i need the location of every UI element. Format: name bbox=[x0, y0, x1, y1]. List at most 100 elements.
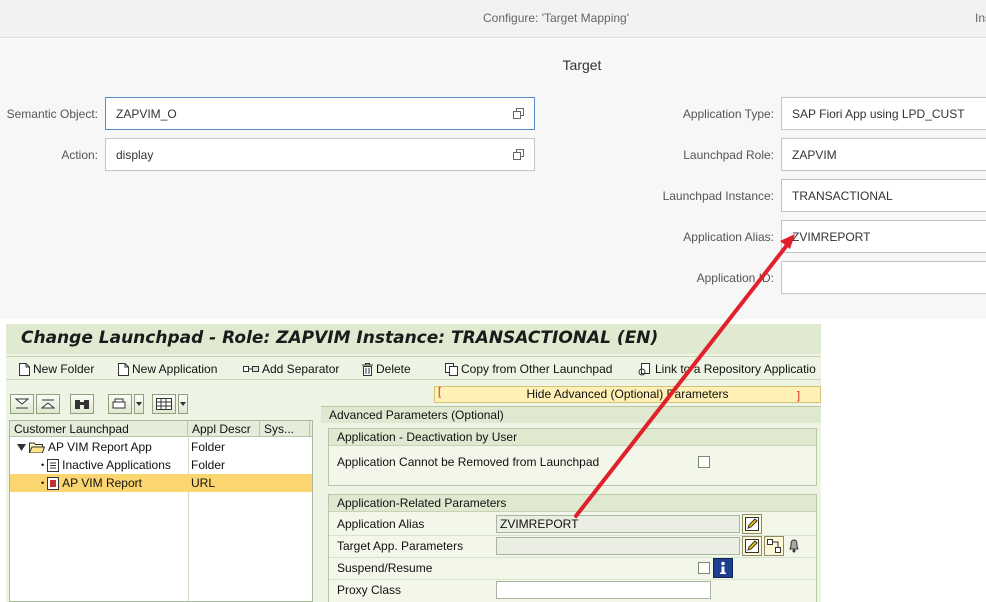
collapse-all-icon bbox=[41, 399, 55, 409]
application-alias-label: Application Alias bbox=[337, 517, 425, 531]
application-type-label: Application Type: bbox=[682, 107, 774, 121]
link-to-repository-button[interactable]: Link to a Repository Applicatio bbox=[638, 361, 816, 377]
launchpad-role-label: Launchpad Role: bbox=[683, 148, 774, 162]
proxy-class-label: Proxy Class bbox=[337, 583, 402, 597]
proxy-class-field[interactable] bbox=[496, 581, 711, 599]
launchpad-role-input[interactable]: ZAPVIM bbox=[781, 138, 986, 171]
new-folder-button[interactable]: New Folder bbox=[19, 361, 94, 377]
edit-pencil-icon bbox=[745, 539, 759, 553]
list-document-icon bbox=[47, 458, 60, 472]
tree-node-type: Folder bbox=[191, 458, 226, 472]
target-section: Target Semantic Object: ZAPVIM_O Action:… bbox=[0, 39, 986, 319]
tree-bullet-icon: • bbox=[41, 460, 45, 470]
advanced-parameters-header: Advanced Parameters (Optional) bbox=[321, 406, 821, 423]
tree-node-type: URL bbox=[191, 476, 216, 490]
sap-gui-window: Change Launchpad - Role: ZAPVIM Instance… bbox=[6, 324, 821, 602]
application-type-input[interactable]: SAP Fiori App using LPD_CUST bbox=[781, 97, 986, 130]
value-help-icon[interactable] bbox=[513, 108, 524, 119]
cannot-remove-checkbox[interactable] bbox=[698, 456, 710, 468]
column-customer-launchpad[interactable]: Customer Launchpad bbox=[10, 421, 188, 437]
mapping-icon bbox=[767, 539, 781, 553]
copy-icon bbox=[445, 362, 458, 376]
application-alias-input[interactable]: ZVIMREPORT bbox=[781, 220, 986, 253]
corner-marker: ] bbox=[796, 390, 800, 402]
column-sys[interactable]: Sys... bbox=[260, 421, 310, 437]
link-icon bbox=[638, 362, 650, 375]
layout-button[interactable] bbox=[152, 394, 176, 414]
tree-node-label: AP VIM Report bbox=[62, 476, 142, 490]
dialog-title: Configure: 'Target Mapping' bbox=[483, 11, 629, 25]
tree-node-label: Inactive Applications bbox=[62, 458, 171, 472]
header-right-text: Ins bbox=[975, 11, 986, 25]
copy-from-other-label: Copy from Other Launchpad bbox=[461, 362, 613, 376]
new-application-label: New Application bbox=[132, 362, 218, 376]
edit-alias-button[interactable] bbox=[742, 514, 762, 534]
edit-parameters-button[interactable] bbox=[742, 536, 762, 556]
application-id-input[interactable] bbox=[781, 261, 986, 294]
sap-window-title: Change Launchpad - Role: ZAPVIM Instance… bbox=[6, 324, 821, 354]
suspend-resume-label: Suspend/Resume bbox=[337, 561, 433, 575]
parameter-mapping-button[interactable] bbox=[764, 536, 784, 556]
semantic-object-input[interactable]: ZAPVIM_O bbox=[105, 97, 535, 130]
print-dropdown[interactable] bbox=[134, 394, 144, 414]
semantic-object-value: ZAPVIM_O bbox=[116, 107, 177, 121]
deactivation-group-title: Application - Deactivation by User bbox=[329, 429, 816, 446]
row-separator bbox=[329, 579, 816, 580]
chevron-down-icon bbox=[136, 402, 142, 406]
action-input[interactable]: display bbox=[105, 138, 535, 171]
find-button[interactable] bbox=[70, 394, 94, 414]
application-id-label: Application ID: bbox=[696, 271, 774, 285]
application-related-group: Application-Related Parameters Applicati… bbox=[328, 494, 817, 602]
link-to-repository-label: Link to a Repository Applicatio bbox=[655, 362, 816, 376]
document-icon bbox=[19, 362, 30, 376]
expand-all-icon bbox=[15, 398, 29, 409]
binoculars-icon bbox=[75, 400, 89, 409]
application-related-group-title: Application-Related Parameters bbox=[329, 495, 816, 512]
tree-header: Customer Launchpad Appl Descr Sys... bbox=[10, 421, 312, 437]
print-button[interactable] bbox=[108, 394, 132, 414]
fiori-header: Configure: 'Target Mapping' Ins bbox=[0, 0, 986, 38]
delete-label: Delete bbox=[376, 362, 411, 376]
new-application-button[interactable]: New Application bbox=[118, 361, 217, 377]
semantic-object-label: Semantic Object: bbox=[6, 107, 98, 121]
value-help-icon[interactable] bbox=[513, 149, 524, 160]
application-icon bbox=[47, 476, 60, 490]
suspend-resume-checkbox[interactable] bbox=[698, 562, 710, 574]
collapse-all-button[interactable] bbox=[36, 394, 60, 414]
application-alias-label: Application Alias: bbox=[683, 230, 774, 244]
cannot-remove-label: Application Cannot be Removed from Launc… bbox=[337, 455, 600, 469]
tree-bullet-icon: • bbox=[41, 478, 45, 488]
hide-advanced-parameters-button[interactable]: [ Hide Advanced (Optional) Parameters ] bbox=[434, 386, 821, 403]
tree-row-application-selected[interactable]: • AP VIM Report URL bbox=[10, 474, 312, 492]
corner-marker: [ bbox=[438, 386, 442, 398]
application-alias-field[interactable]: ZVIMREPORT bbox=[496, 515, 740, 533]
add-separator-button[interactable]: Add Separator bbox=[243, 361, 339, 377]
details-pane: [ Hide Advanced (Optional) Parameters ] … bbox=[321, 382, 821, 602]
hide-advanced-label: Hide Advanced (Optional) Parameters bbox=[526, 387, 729, 401]
deactivation-group: Application - Deactivation by User Appli… bbox=[328, 428, 817, 486]
launchpad-tree: Customer Launchpad Appl Descr Sys... AP … bbox=[9, 420, 313, 602]
layout-dropdown[interactable] bbox=[178, 394, 188, 414]
section-title: Target bbox=[562, 57, 602, 73]
tree-node-type: Folder bbox=[191, 440, 226, 454]
separator-icon bbox=[243, 366, 259, 372]
action-label: Action: bbox=[61, 148, 98, 162]
info-icon bbox=[720, 561, 726, 574]
info-button[interactable] bbox=[713, 558, 733, 578]
expand-triangle-icon[interactable] bbox=[17, 443, 26, 451]
row-separator bbox=[329, 557, 816, 558]
column-appl-descr[interactable]: Appl Descr bbox=[188, 421, 260, 437]
printer-icon bbox=[112, 398, 126, 409]
copy-from-other-launchpad-button[interactable]: Copy from Other Launchpad bbox=[445, 361, 612, 377]
new-folder-label: New Folder bbox=[33, 362, 95, 376]
expand-all-button[interactable] bbox=[10, 394, 34, 414]
delete-button[interactable]: Delete bbox=[362, 361, 411, 377]
folder-open-icon bbox=[29, 442, 45, 453]
tree-row-folder[interactable]: AP VIM Report App Folder bbox=[10, 438, 312, 456]
launchpad-instance-input[interactable]: TRANSACTIONAL bbox=[781, 179, 986, 212]
grid-icon bbox=[156, 398, 172, 410]
target-app-parameters-field[interactable] bbox=[496, 537, 740, 555]
bell-icon[interactable] bbox=[789, 539, 799, 553]
edit-pencil-icon bbox=[745, 517, 759, 531]
tree-row-folder[interactable]: • Inactive Applications Folder bbox=[10, 456, 312, 474]
